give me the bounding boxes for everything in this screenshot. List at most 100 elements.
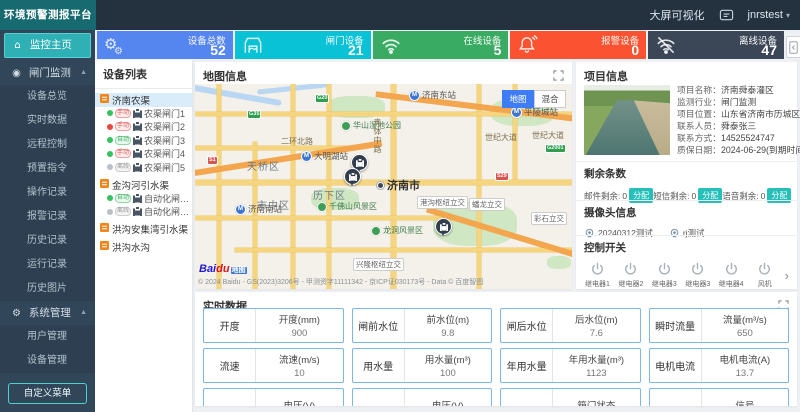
- camera-item[interactable]: 20240312测试: [584, 227, 653, 239]
- wifi-icon: [380, 34, 402, 56]
- stat-card[interactable]: ⚙⚙: [648, 31, 784, 59]
- field-value: 14525524747: [721, 133, 775, 145]
- metric-value: 900: [256, 328, 342, 339]
- control-switch[interactable]: 风机: [751, 262, 778, 289]
- metric-name: [501, 389, 553, 406]
- device-tree-row[interactable]: 离线 自动化闸门2..: [95, 205, 192, 219]
- mode-badge: 离线: [115, 163, 131, 172]
- sidebar-item[interactable]: ⌂◉⚙ 系统管理 ▲: [0, 301, 95, 325]
- switch-label: 继电器2: [618, 279, 643, 289]
- baidu-map[interactable]: G20G35S1S29G2001 M 济南东站 M 平陵城站 M 华山湿地公园 …: [195, 84, 572, 289]
- control-switch[interactable]: 继电器3: [684, 262, 711, 289]
- metric-title: 流速(m/s): [256, 352, 342, 366]
- switch-label: 继电器1: [585, 279, 610, 289]
- power-icon: [623, 262, 638, 277]
- gears-icon: ⚙⚙: [104, 34, 126, 56]
- device-tree-row[interactable]: 洪沟安集湾引水渠: [95, 223, 192, 237]
- chevron-down-icon: ▾: [786, 11, 790, 20]
- map-type-button[interactable]: 混合: [534, 90, 566, 108]
- field-label: 联系方式：: [677, 133, 721, 145]
- switch-label: 继电器3: [685, 279, 710, 289]
- realtime-card: 箱门状态: [500, 388, 641, 406]
- map-label: M 历下区: [313, 187, 346, 202]
- device-tree-row[interactable]: 手动 农渠闸门1: [95, 107, 192, 121]
- realtime-card: 信号: [649, 388, 790, 406]
- user-menu[interactable]: jnrstest ▾: [748, 9, 790, 21]
- stat-card[interactable]: ⚙⚙: [97, 31, 233, 59]
- divider: [576, 161, 797, 162]
- map-type-button[interactable]: 地图: [502, 90, 534, 108]
- stat-value: 52: [210, 42, 226, 58]
- divider: [576, 235, 797, 236]
- field-value: 山东省济南市历城区: [721, 109, 800, 121]
- quota-section: 剩余条数 邮件剩余: 0 分配 短信剩余: 0 分配 语音剩余: 0 分配: [584, 166, 791, 203]
- sidebar-item[interactable]: ⌂◉⚙ 历史图片 ▲: [0, 277, 95, 301]
- sidebar-item[interactable]: ⌂◉⚙ 设备管理 ▲: [0, 349, 95, 373]
- camera-title: 摄像头信息: [584, 205, 791, 220]
- project-field-row: 联系人员： 舜泰张三: [677, 121, 792, 133]
- device-list-panel: 设备列表 济南农渠 手动 农渠闸门1: [95, 60, 193, 412]
- custom-menu-button[interactable]: 自定义菜单: [8, 383, 87, 404]
- stat-value: 47: [761, 42, 777, 58]
- message-icon[interactable]: [719, 8, 734, 23]
- metric-title: 流量(m³/s): [702, 312, 788, 326]
- sidebar-item[interactable]: ⌂◉⚙ 监控主页 ▲: [4, 33, 91, 58]
- map-road: [235, 248, 572, 252]
- device-tree-row[interactable]: 手动 农渠闸门4: [95, 147, 192, 161]
- sidebar-item[interactable]: ⌂◉⚙ 运行记录 ▲: [0, 253, 95, 277]
- control-switch[interactable]: 继电器3: [651, 262, 678, 289]
- metric-title: 后水位(m): [553, 312, 639, 326]
- big-screen-visualization-link[interactable]: 大屏可视化: [650, 7, 705, 23]
- sidebar-item[interactable]: ⌂◉⚙ 远程控制 ▲: [0, 133, 95, 157]
- sidebar-item[interactable]: ⌂◉⚙ 闸门监测 ▲: [0, 61, 95, 85]
- switch-section: 控制开关 继电器1 继电器2 继电器3: [584, 240, 791, 289]
- sidebar-item[interactable]: ⌂◉⚙ 操作记录 ▲: [0, 181, 95, 205]
- chevron-up-icon: ▲: [80, 61, 87, 85]
- stat-value: 5: [494, 42, 502, 58]
- metric-value: 10: [256, 368, 342, 379]
- device-tree-row[interactable]: 金沟河引水渠: [95, 178, 192, 192]
- device-tree-row[interactable]: 手动 农渠闸门2: [95, 120, 192, 134]
- map-label: M 济南市: [377, 177, 420, 193]
- device-marker[interactable]: [435, 218, 452, 235]
- sidebar-item[interactable]: ⌂◉⚙ 报警记录 ▲: [0, 205, 95, 229]
- sidebar-item[interactable]: ⌂◉⚙ 历史记录 ▲: [0, 229, 95, 253]
- fullscreen-icon[interactable]: [553, 68, 564, 79]
- stat-card[interactable]: ⚙⚙: [373, 31, 509, 59]
- power-icon: [724, 262, 739, 277]
- sidebar-item[interactable]: ⌂◉⚙ 设备总览 ▲: [0, 85, 95, 109]
- device-name: 自动化闸门2..: [144, 205, 192, 218]
- device-tree-row[interactable]: 离线 农渠闸门5: [95, 161, 192, 175]
- realtime-card: 电压(V): [352, 388, 493, 406]
- folder-icon: [100, 179, 109, 191]
- map-label: M 二环北路: [281, 136, 313, 147]
- bell-icon: [517, 34, 539, 56]
- sidebar-item[interactable]: ⌂◉⚙ 实时数据 ▲: [0, 109, 95, 133]
- field-value: 闸门监测: [721, 97, 756, 109]
- map-label: M 世纪大道: [532, 130, 564, 141]
- control-switch[interactable]: 继电器2: [617, 262, 644, 289]
- sidebar-item-label: 历史记录: [27, 235, 67, 246]
- mode-badge: 手动: [115, 122, 131, 131]
- power-icon: [690, 262, 705, 277]
- device-tree-row[interactable]: 洪沟水沟: [95, 240, 192, 254]
- device-tree-row[interactable]: 自动 农渠闸门3: [95, 134, 192, 148]
- stat-card[interactable]: ⚙⚙: [235, 31, 371, 59]
- device-name: 农渠闸门2: [144, 120, 185, 133]
- device-marker[interactable]: [344, 168, 361, 185]
- panel-toggle-button[interactable]: [786, 36, 800, 58]
- control-switch[interactable]: 继电器1: [584, 262, 611, 289]
- device-tree-row[interactable]: 济南农渠: [95, 93, 192, 107]
- sidebar-item[interactable]: ⌂◉⚙ 用户管理 ▲: [0, 325, 95, 349]
- control-switch[interactable]: 继电器4: [718, 262, 745, 289]
- stat-card[interactable]: ⚙⚙: [510, 31, 646, 59]
- sidebar-item[interactable]: ⌂◉⚙ 预置指令 ▲: [0, 157, 95, 181]
- device-tree-row[interactable]: 自动 自动化闸门1..: [95, 192, 192, 206]
- field-value: 济南舜泰灌区: [721, 85, 774, 97]
- wifi-off-icon: [655, 34, 677, 56]
- park-icon: [341, 121, 351, 131]
- park-icon: [317, 202, 327, 212]
- camera-item[interactable]: rj测试: [669, 227, 705, 239]
- sidebar-item-label: 实时数据: [27, 115, 67, 126]
- more-switches-arrow[interactable]: ›: [785, 268, 789, 283]
